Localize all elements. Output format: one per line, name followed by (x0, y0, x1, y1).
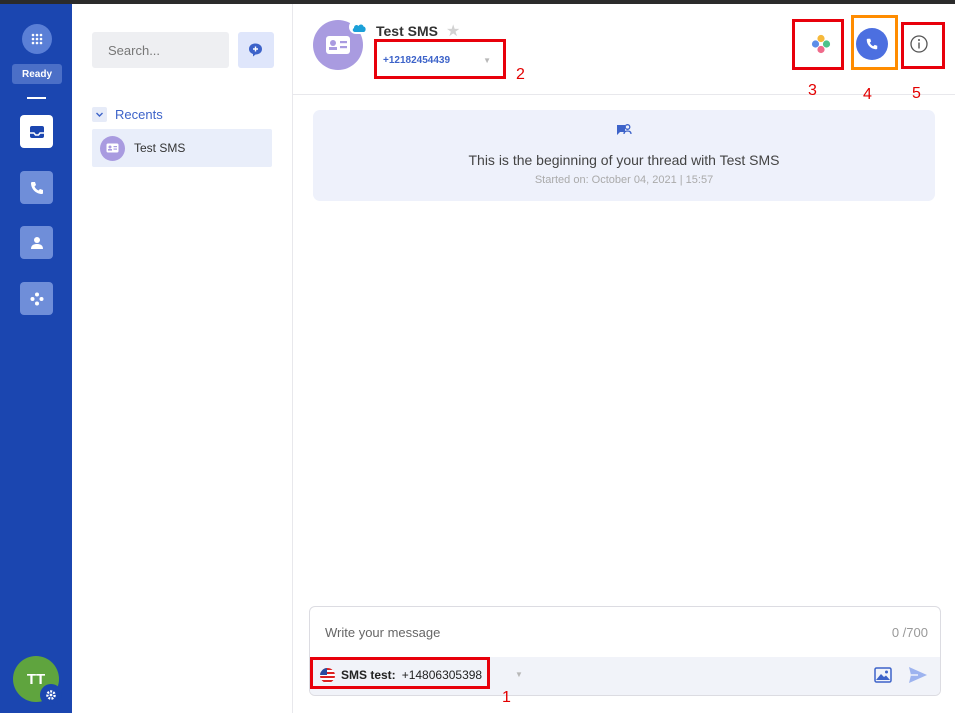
sender-number: +14806305398 (401, 668, 483, 682)
phone-icon (866, 38, 878, 50)
active-section-indicator (27, 97, 46, 99)
annotation-number-1: 1 (502, 689, 511, 706)
calls-nav-button[interactable] (20, 171, 53, 204)
send-button[interactable] (907, 664, 929, 686)
contact-number-value: +12182454439 (383, 54, 451, 66)
message-composer: 0 /700 SMS test: +14806305398 ▼ (309, 606, 941, 696)
contacts-nav-button[interactable] (20, 226, 53, 259)
person-icon (30, 236, 43, 249)
contact-name-text: Test SMS (376, 23, 438, 39)
contact-card-icon (100, 135, 125, 161)
inbox-icon (29, 125, 44, 138)
new-chat-icon (249, 43, 262, 57)
salesforce-cloud-icon (349, 20, 369, 34)
agent-status-badge[interactable]: Ready (12, 64, 62, 84)
sender-number-select[interactable]: SMS test: +14806305398 (320, 665, 482, 685)
thread-start-date: Started on: October 04, 2021 | 15:57 (534, 174, 714, 186)
recents-panel: Recents Test SMS (72, 4, 293, 713)
search-input[interactable] (92, 32, 229, 68)
thread-start-banner: This is the beginning of your thread wit… (313, 110, 935, 201)
image-icon (874, 667, 892, 683)
recents-section-title: Recents (115, 106, 163, 122)
thread-start-text: This is the beginning of your thread wit… (468, 152, 780, 168)
settings-gear-icon[interactable] (40, 684, 62, 706)
apps-dots-icon (30, 292, 43, 305)
attach-image-button[interactable] (873, 665, 893, 685)
conversation-header: Test SMS ★ +12182454439 ▼ (293, 4, 955, 95)
new-message-button[interactable] (238, 32, 274, 68)
phone-icon (30, 181, 43, 194)
recent-conversation-name: Test SMS (134, 141, 186, 155)
left-navigation-rail: Ready TT (0, 4, 72, 713)
conversation-view: Test SMS ★ +12182454439 ▼ This is the be… (293, 4, 955, 713)
dialpad-grid-icon[interactable] (22, 24, 52, 54)
favorite-star-icon[interactable]: ★ (446, 21, 460, 41)
recents-section-toggle[interactable]: Recents (92, 105, 163, 123)
annotation-number-5: 5 (912, 85, 921, 102)
composer-toolbar: SMS test: +14806305398 ▼ (310, 657, 940, 695)
send-icon (909, 667, 927, 683)
contact-number-select[interactable]: +12182454439 ▼ (379, 49, 499, 71)
info-icon (910, 35, 928, 53)
annotation-number-2: 2 (516, 66, 525, 83)
chevron-down-icon (92, 106, 107, 122)
integrations-nav-button[interactable] (20, 282, 53, 315)
call-button[interactable] (856, 28, 888, 60)
sender-label: SMS test: (341, 668, 396, 682)
info-button[interactable] (903, 28, 935, 60)
integrations-button[interactable] (805, 28, 837, 60)
annotation-number-3: 3 (808, 82, 817, 99)
character-counter: 0 /700 (891, 625, 928, 640)
colored-dots-icon (811, 34, 831, 54)
chat-user-icon (617, 124, 632, 135)
caret-down-icon: ▼ (483, 55, 491, 65)
contact-name: Test SMS ★ (376, 21, 460, 41)
inbox-nav-button[interactable] (20, 115, 53, 148)
message-input[interactable] (310, 617, 850, 647)
recent-conversation-item[interactable]: Test SMS (92, 129, 272, 167)
us-flag-icon (320, 667, 335, 683)
caret-down-icon[interactable]: ▼ (515, 670, 523, 679)
annotation-number-4: 4 (863, 86, 872, 103)
